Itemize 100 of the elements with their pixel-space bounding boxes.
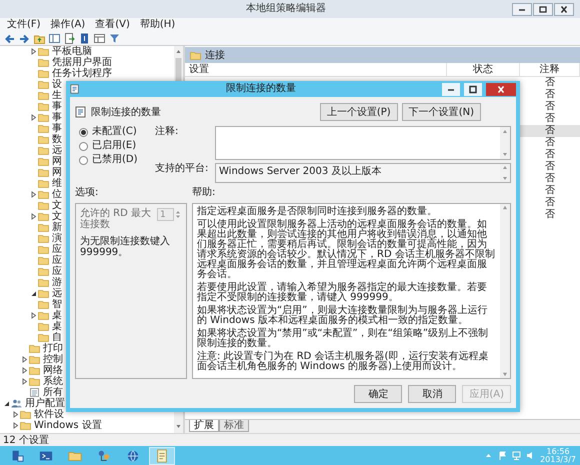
tree-item[interactable]: 演	[52, 233, 62, 244]
scrollbar[interactable]	[500, 164, 510, 182]
minimize-button[interactable]	[512, 2, 532, 16]
column-header[interactable]: 注释	[520, 63, 580, 76]
tree-item[interactable]: 游	[52, 277, 62, 288]
properties-icon[interactable]	[94, 32, 105, 44]
folder-icon	[190, 50, 201, 60]
tree-item[interactable]: 软件设	[34, 409, 64, 420]
tree-item[interactable]: 打印	[43, 343, 63, 354]
previous-setting-button[interactable]: 上一个设置(P)	[320, 103, 398, 121]
option-hint: 为无限制连接数键入 999999。	[80, 236, 171, 258]
tree-item[interactable]: 系统	[43, 376, 63, 387]
folder-icon	[38, 278, 49, 287]
tree-item[interactable]: 应	[52, 255, 62, 266]
folder-icon	[38, 289, 49, 298]
tree-item[interactable]: 应	[52, 266, 62, 277]
tree-item[interactable]: 文	[52, 200, 62, 211]
menu-item[interactable]: 操作(A)	[46, 18, 90, 31]
expand-arrow-icon[interactable]	[11, 420, 20, 431]
scrollbar[interactable]	[500, 204, 510, 378]
tree-item[interactable]: Windows 设置	[34, 420, 102, 431]
tree-item[interactable]: 任务计划程序	[52, 68, 112, 79]
close-button[interactable]	[554, 2, 574, 16]
expand-arrow-icon[interactable]	[11, 409, 20, 420]
folder-icon	[38, 212, 49, 221]
expand-arrow-icon[interactable]	[29, 310, 38, 321]
comment-field[interactable]	[215, 126, 511, 160]
folder-icon	[38, 135, 49, 144]
folder-icon	[38, 201, 49, 210]
tree-pane-icon[interactable]	[49, 32, 60, 44]
close-button[interactable]	[486, 82, 516, 96]
tree-item[interactable]: 文	[52, 211, 62, 222]
help-paragraph: 指定远程桌面服务是否限制同时连接到服务器的数量。	[197, 207, 438, 217]
folder-up-icon[interactable]	[34, 32, 45, 44]
radio-label[interactable]: 已禁用(D)	[92, 154, 138, 166]
next-setting-button[interactable]: 下一个设置(N)	[402, 103, 481, 121]
column-header[interactable]: 状态	[447, 63, 520, 76]
menu-item[interactable]: 帮助(H)	[134, 18, 180, 31]
tree-item[interactable]: 位	[52, 189, 62, 200]
tree-item[interactable]: 设	[52, 79, 62, 90]
tree-item[interactable]: 事	[52, 123, 62, 134]
radio-button[interactable]	[79, 156, 88, 164]
spin-arrows-icon[interactable]	[174, 209, 182, 220]
policy-icon	[70, 84, 80, 94]
tree-item[interactable]: 维	[52, 178, 62, 189]
help-paragraph: 注意: 此设置专门为在 RD 会话主机服务器(即，运行安装有远程桌面会话主机角色服务的 Windows 的服务器)上使用而设计。	[197, 352, 490, 372]
tree-item[interactable]: 新	[52, 222, 62, 233]
back-arrow-icon[interactable]	[4, 32, 15, 44]
expand-arrow-icon[interactable]	[29, 211, 38, 222]
tree-item[interactable]: 用户配置	[25, 398, 65, 409]
tree-item[interactable]: 事	[52, 101, 62, 112]
tree-item[interactable]: 凭据用户界面	[52, 57, 112, 68]
tree-item[interactable]: 网	[52, 156, 62, 167]
tree-item[interactable]: 桌	[52, 321, 62, 332]
tree-item[interactable]: 网	[52, 167, 62, 178]
folder-icon	[38, 146, 49, 155]
folder-icon	[38, 311, 49, 320]
expand-arrow-icon[interactable]	[20, 365, 29, 376]
tree-item[interactable]: 事	[52, 112, 62, 123]
scrollbar[interactable]	[500, 127, 510, 159]
status-bar: 12 个设置	[0, 433, 580, 446]
view-tab[interactable]: 扩展	[189, 420, 219, 432]
expand-arrow-icon[interactable]	[20, 376, 29, 387]
view-tab[interactable]: 标准	[219, 420, 249, 432]
expand-arrow-icon[interactable]	[29, 189, 38, 200]
expand-arrow-icon[interactable]	[20, 354, 29, 365]
tree-item[interactable]: 桌	[52, 310, 62, 321]
radio-label[interactable]: 未配置(C)	[92, 126, 137, 138]
tree-item[interactable]: 自	[52, 332, 62, 343]
tree-item[interactable]: 数	[52, 134, 62, 145]
ok-button[interactable]: 确定	[354, 385, 402, 403]
export-list-icon[interactable]	[64, 32, 75, 44]
tree-item[interactable]: 生	[52, 90, 62, 101]
tree-item[interactable]: 远	[52, 288, 62, 299]
maximize-button[interactable]	[464, 82, 482, 96]
radio-button[interactable]	[79, 142, 88, 150]
menu-item[interactable]: 查看(V)	[90, 18, 135, 31]
expand-arrow-icon[interactable]	[29, 112, 38, 123]
tree-item[interactable]: 控制	[43, 354, 63, 365]
forward-arrow-icon[interactable]	[19, 32, 30, 44]
help-paragraph: 若要使用此设置，请输入希望为服务器指定的最大连接数量。若要指定不受限制的连接数量，请键入 999999。	[197, 283, 488, 303]
tree-item[interactable]: 智	[52, 299, 62, 310]
restore-button[interactable]	[533, 2, 553, 16]
expand-arrow-icon[interactable]	[29, 46, 38, 57]
column-header[interactable]: 设置	[185, 63, 447, 76]
radio-button[interactable]	[79, 128, 88, 136]
tree-item[interactable]: 网络	[43, 365, 63, 376]
dialog-title: 限制连接的数量	[225, 82, 297, 96]
minimize-button[interactable]	[442, 82, 460, 96]
menu-item[interactable]: 文件(F)	[2, 18, 46, 31]
folder-icon	[38, 245, 49, 254]
folder-icon	[38, 69, 49, 78]
help-icon[interactable]	[79, 32, 90, 44]
radio-label[interactable]: 已启用(E)	[92, 140, 136, 152]
tree-item[interactable]: 远	[52, 145, 62, 156]
tree-item[interactable]: 应	[52, 244, 62, 255]
option-label: 允许的 RD 最大连接数	[80, 208, 152, 230]
cancel-button[interactable]: 取消	[408, 385, 456, 403]
tree-item[interactable]: 所有	[43, 387, 63, 398]
taskbar-button[interactable]	[149, 446, 175, 464]
